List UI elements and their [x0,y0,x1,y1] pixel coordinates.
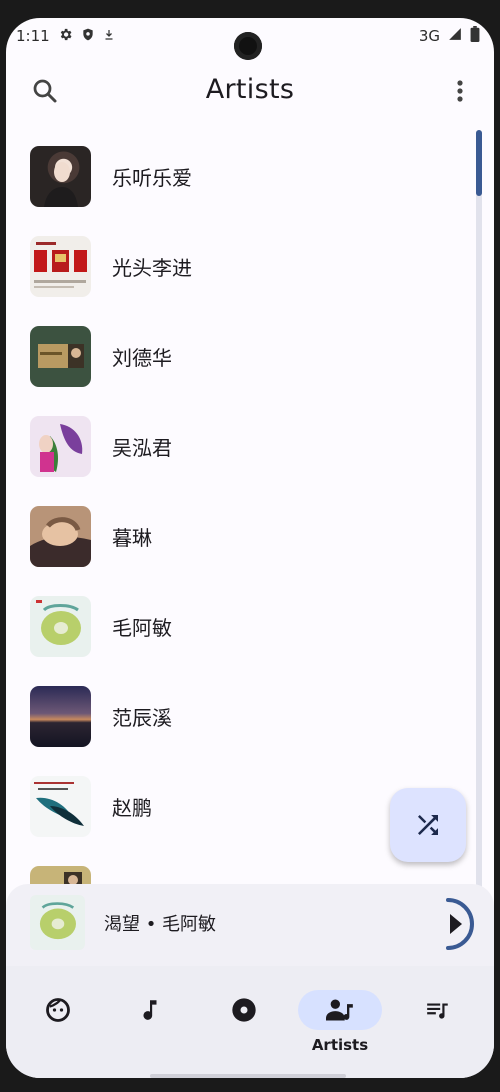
artist-artwork [30,235,91,297]
play-button[interactable] [438,896,486,952]
artist-artwork [30,505,91,567]
tab-albums[interactable] [204,990,284,1060]
status-time: 1:11 [16,27,50,45]
network-type: 3G [418,27,440,45]
gear-icon [58,27,73,46]
list-item[interactable]: 暮琳 [6,491,476,581]
tab-artists[interactable]: Artists [298,990,382,1060]
artist-name: 吴泓君 [112,435,172,460]
tab-playlists[interactable] [398,990,478,1060]
tab-for-you[interactable] [18,990,98,1060]
list-item[interactable]: 范辰溪 [6,671,476,761]
more-options-button[interactable] [450,76,470,106]
bottom-navigation: Artists [6,966,494,1078]
now-playing-title: 渴望 • 毛阿敏 [104,914,217,935]
shuffle-icon [418,815,438,835]
scrollbar-thumb[interactable] [476,130,482,196]
active-indicator [298,990,382,1030]
shield-icon [81,27,95,46]
scrollbar-track[interactable] [476,130,482,890]
list-item[interactable]: 刘德华 [6,311,476,401]
artist-name: 范辰溪 [112,705,172,730]
top-app-bar: Artists [6,66,494,114]
list-item[interactable]: 毛阿敏 [6,581,476,671]
artist-name: 光头李进 [112,255,192,280]
signal-icon [448,27,462,45]
artist-name: 乐听乐爱 [112,165,192,190]
download-icon [103,27,115,46]
artist-artwork [30,595,91,657]
artist-name: 赵鹏 [112,795,152,820]
tab-songs[interactable] [110,990,190,1060]
shuffle-button[interactable] [390,788,466,862]
mini-player[interactable]: 渴望 • 毛阿敏 [6,884,494,966]
more-vert-icon [457,80,463,102]
playlist-icon [427,1003,448,1019]
artist-artwork [30,145,91,207]
page-title: Artists [205,74,295,105]
front-camera [234,32,262,60]
artist-artwork [30,325,91,387]
artist-icon [326,999,353,1021]
tab-artists-label: Artists [311,1036,369,1054]
artist-name: 刘德华 [112,345,172,370]
artist-artwork [30,685,91,747]
list-item[interactable]: 光头李进 [6,221,476,311]
list-item[interactable]: 乐听乐爱 [6,131,476,221]
now-playing-artwork [30,895,85,950]
face-icon [46,998,70,1022]
play-icon [450,914,462,934]
artist-name: 毛阿敏 [112,615,172,640]
artist-artwork [30,415,91,477]
list-item[interactable]: 吴泓君 [6,401,476,491]
artist-name: 暮琳 [112,525,152,550]
music-note-icon [143,1000,157,1020]
phone-screen: 1:11 3G Artists 乐听乐爱 光头李进 刘德华 吴泓君 暮琳 毛阿敏… [6,18,494,1078]
album-icon [232,998,256,1022]
artist-artwork [30,775,91,837]
gesture-handle [150,1074,346,1078]
battery-icon [470,26,480,46]
